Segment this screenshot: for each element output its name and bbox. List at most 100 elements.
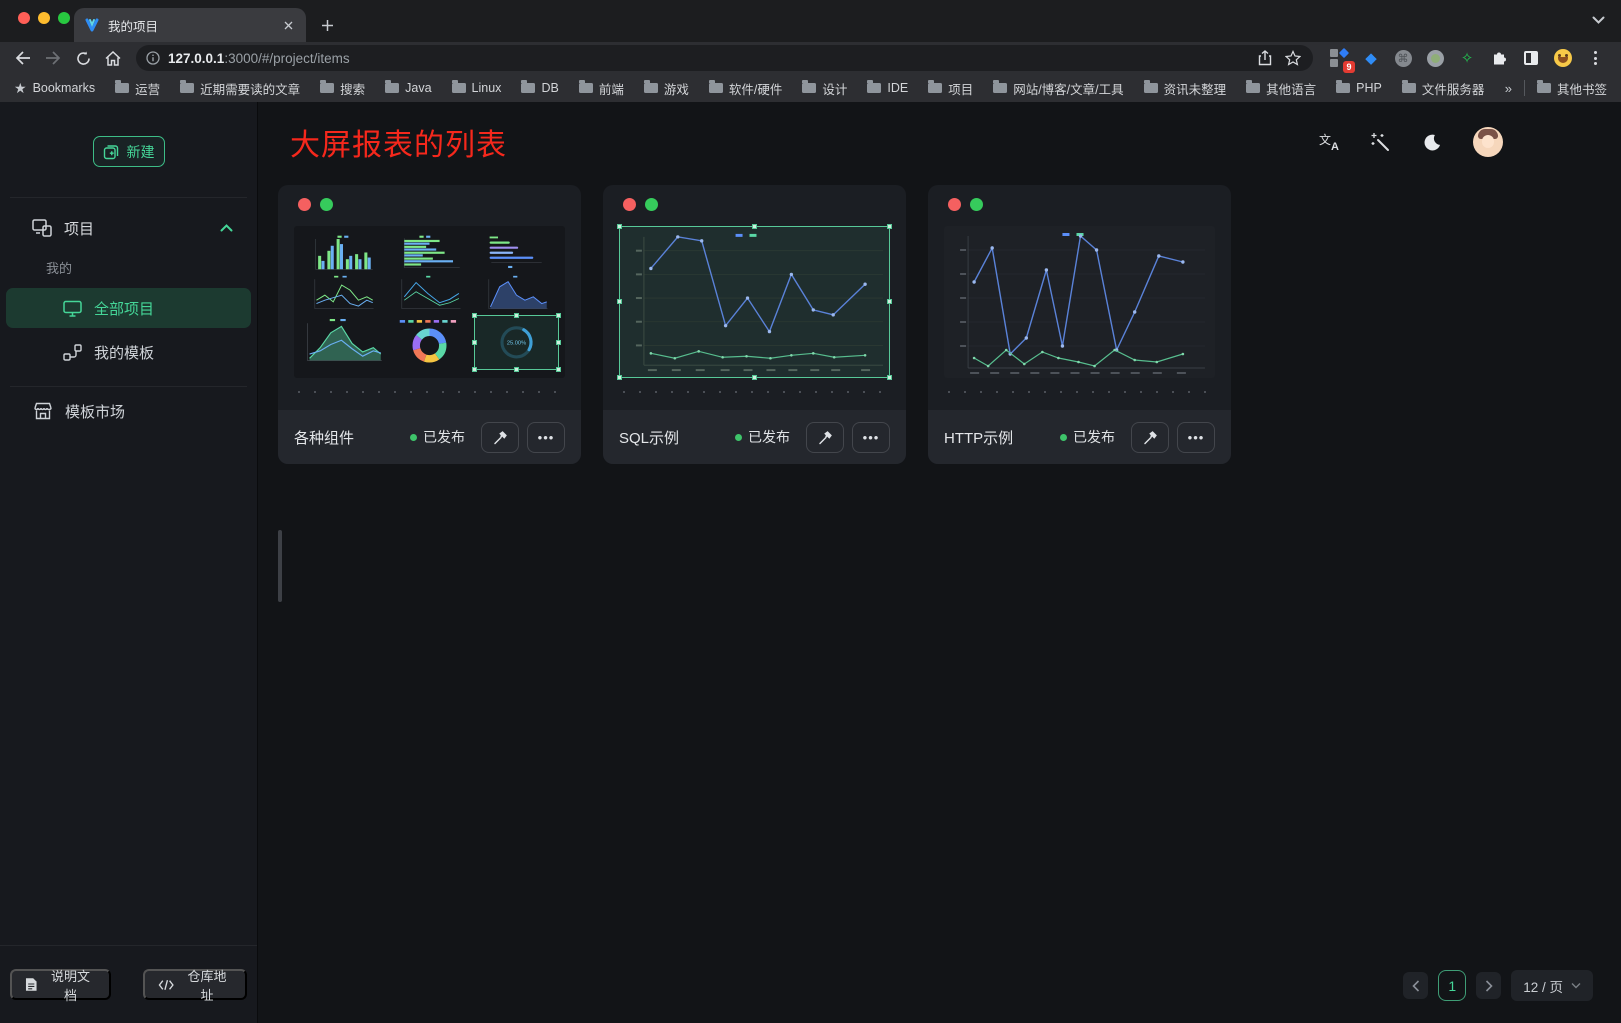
- card-footer: SQL示例 已发布 •••: [603, 410, 906, 464]
- folder-icon: [644, 83, 658, 93]
- project-card-list: 25.00% 各种组件 已发布: [278, 185, 1621, 464]
- bookmark-folder[interactable]: Java: [385, 81, 431, 95]
- project-card[interactable]: 25.00% 各种组件 已发布: [278, 185, 581, 464]
- bookmark-folder[interactable]: 近期需要读的文章: [180, 79, 300, 98]
- more-button[interactable]: •••: [1177, 422, 1215, 453]
- bookmarks-root[interactable]: ★Bookmarks: [14, 80, 95, 97]
- edit-button[interactable]: [806, 422, 844, 453]
- url-bar[interactable]: 127.0.0.1:3000/#/project/items: [136, 45, 1313, 71]
- tab-search-icon[interactable]: [1592, 12, 1605, 30]
- project-preview-http[interactable]: [944, 226, 1215, 378]
- bookmark-folder[interactable]: IDE: [867, 81, 908, 95]
- site-info-icon[interactable]: [146, 51, 160, 65]
- folder-icon: [1246, 83, 1260, 93]
- share-icon[interactable]: [1255, 48, 1275, 68]
- side-panel-icon[interactable]: [1521, 48, 1541, 68]
- pagination-prev-button[interactable]: [1403, 972, 1428, 999]
- bookmarks-overflow-icon[interactable]: »: [1505, 81, 1512, 96]
- other-bookmarks[interactable]: 其他书签: [1537, 79, 1607, 98]
- edit-button[interactable]: [1131, 422, 1169, 453]
- edit-button[interactable]: [481, 422, 519, 453]
- command-extension-icon[interactable]: ⌘: [1393, 48, 1413, 68]
- bookmark-folder[interactable]: 文件服务器: [1402, 79, 1485, 98]
- user-avatar[interactable]: [1473, 127, 1503, 157]
- scrollbar-thumb[interactable]: [278, 530, 282, 602]
- bookmark-folder[interactable]: 网站/博客/文章/工具: [993, 79, 1123, 98]
- fullscreen-window-button[interactable]: [58, 12, 70, 24]
- bookmark-folder[interactable]: DB: [521, 81, 558, 95]
- bookmark-folder[interactable]: PHP: [1336, 81, 1382, 95]
- dotted-separator: [298, 391, 561, 393]
- bookmark-folder[interactable]: 资讯未整理: [1144, 79, 1227, 98]
- more-button[interactable]: •••: [852, 422, 890, 453]
- chevron-up-icon[interactable]: [220, 224, 233, 232]
- tab-close-icon[interactable]: [280, 17, 296, 33]
- sidebar-group-projects[interactable]: 项目: [0, 206, 257, 250]
- bookmark-star-icon[interactable]: [1283, 48, 1303, 68]
- sidebar-item-all-projects[interactable]: 全部项目: [6, 288, 251, 328]
- thumbnail-single-line-chart: [387, 275, 472, 314]
- sidebar-item-template-market[interactable]: 模板市场: [6, 391, 251, 431]
- store-icon: [33, 402, 53, 420]
- thumbnail-http-line-chart: [944, 226, 1215, 378]
- pagination-page-1[interactable]: 1: [1438, 970, 1466, 1001]
- bookmark-folder[interactable]: 其他语言: [1246, 79, 1316, 98]
- thumbnail-area-chart: [474, 275, 559, 314]
- card-dot-red: [298, 198, 311, 211]
- gem-extension-icon[interactable]: ◆: [1361, 48, 1381, 68]
- folder-icon: [1537, 83, 1551, 93]
- bookmark-folder[interactable]: 运营: [115, 79, 160, 98]
- browser-tab[interactable]: 我的项目: [74, 8, 306, 42]
- folder-icon: [1336, 83, 1350, 93]
- close-window-button[interactable]: [18, 12, 30, 24]
- project-card[interactable]: HTTP示例 已发布 •••: [928, 185, 1231, 464]
- emoji-extension-icon[interactable]: [1553, 48, 1573, 68]
- pagination: 1 12 / 页: [1403, 970, 1593, 1001]
- dotted-separator: [948, 391, 1211, 393]
- browser-tab-strip: 我的项目: [0, 0, 1621, 42]
- star-icon: ★: [14, 80, 27, 97]
- translate-icon[interactable]: 文A: [1319, 133, 1339, 151]
- status-dot: [410, 434, 417, 441]
- puzzle-extensions-icon[interactable]: [1489, 48, 1509, 68]
- more-button[interactable]: •••: [527, 422, 565, 453]
- divider: [10, 197, 247, 198]
- bookmark-folder[interactable]: 软件/硬件: [709, 79, 782, 98]
- thumbnail-gauge-selected[interactable]: 25.00%: [474, 315, 559, 370]
- browser-menu-icon[interactable]: [1585, 48, 1605, 68]
- svg-text:25.00%: 25.00%: [507, 341, 526, 347]
- home-icon[interactable]: [100, 45, 126, 71]
- sidebar-item-my-templates[interactable]: 我的模板: [6, 332, 251, 372]
- folder-icon: [709, 83, 723, 93]
- project-preview-components[interactable]: 25.00%: [294, 226, 565, 378]
- page-title: 大屏报表的列表: [290, 120, 507, 164]
- project-preview-sql[interactable]: [619, 226, 890, 378]
- create-project-button[interactable]: 新建: [93, 136, 165, 167]
- docs-button[interactable]: 说明文档: [10, 969, 111, 1000]
- pagination-next-button[interactable]: [1476, 972, 1501, 999]
- reload-icon[interactable]: [70, 45, 96, 71]
- bookmark-folder[interactable]: 设计: [802, 79, 847, 98]
- back-icon[interactable]: [10, 45, 36, 71]
- repository-button[interactable]: 仓库地址: [143, 969, 247, 1000]
- moon-icon[interactable]: [1421, 131, 1443, 153]
- page-size-select[interactable]: 12 / 页: [1511, 970, 1593, 1001]
- sidebar-owner-label: 我的: [0, 250, 257, 284]
- magic-wand-icon[interactable]: [1369, 131, 1391, 153]
- minimize-window-button[interactable]: [38, 12, 50, 24]
- bookmark-folder[interactable]: 项目: [928, 79, 973, 98]
- extension-badge: 9: [1343, 61, 1355, 73]
- bookmark-folder[interactable]: 搜索: [320, 79, 365, 98]
- sites-grid-extension-icon[interactable]: 9: [1329, 48, 1349, 68]
- bookmark-folder[interactable]: 前端: [579, 79, 624, 98]
- hammer-icon: [492, 429, 509, 446]
- dotted-separator: [623, 391, 886, 393]
- project-card[interactable]: SQL示例 已发布 •••: [603, 185, 906, 464]
- window-controls[interactable]: [18, 12, 70, 24]
- record-extension-icon[interactable]: [1425, 48, 1445, 68]
- bookmark-folder[interactable]: 游戏: [644, 79, 689, 98]
- forward-icon[interactable]: [40, 45, 66, 71]
- bookmark-folder[interactable]: Linux: [452, 81, 502, 95]
- star-extension-icon[interactable]: ✧: [1457, 48, 1477, 68]
- new-tab-button[interactable]: [314, 12, 340, 38]
